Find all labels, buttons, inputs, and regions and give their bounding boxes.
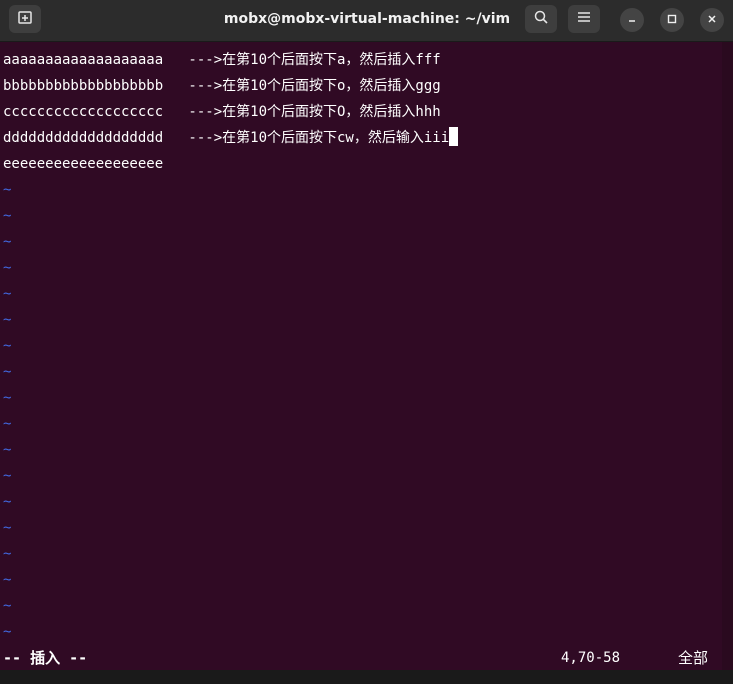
empty-line-tilde: ~ — [3, 494, 12, 510]
empty-line-tilde: ~ — [3, 286, 12, 302]
empty-line-tilde: ~ — [3, 312, 12, 328]
new-tab-button[interactable] — [9, 5, 41, 33]
hamburger-menu-icon — [577, 10, 591, 28]
buffer-line: aaaaaaaaaaaaaaaaaaa --->在第10个后面按下a，然后插入f… — [3, 52, 441, 68]
empty-line-tilde: ~ — [3, 390, 12, 406]
text-cursor — [449, 127, 459, 146]
vim-mode-indicator: -- 插入 -- — [3, 649, 88, 667]
buffer-line: eeeeeeeeeeeeeeeeeee — [3, 156, 164, 172]
maximize-button[interactable] — [660, 8, 684, 32]
scrollbar[interactable] — [722, 42, 733, 670]
empty-line-tilde: ~ — [3, 416, 12, 432]
terminal-window: mobx@mobx-virtual-machine: ~/vim aaaaaaa… — [0, 0, 733, 684]
search-button[interactable] — [525, 5, 557, 33]
search-icon — [533, 9, 549, 30]
menu-button[interactable] — [568, 5, 600, 33]
empty-line-tilde: ~ — [3, 442, 12, 458]
close-icon — [707, 11, 717, 29]
empty-line-tilde: ~ — [3, 364, 12, 380]
empty-line-tilde: ~ — [3, 598, 12, 614]
empty-line-tilde: ~ — [3, 182, 12, 198]
minimize-icon — [627, 11, 637, 29]
window-title: mobx@mobx-virtual-machine: ~/vim — [223, 11, 511, 27]
new-tab-icon — [17, 9, 33, 30]
empty-line-tilde: ~ — [3, 624, 12, 640]
empty-line-tilde: ~ — [3, 208, 12, 224]
empty-line-tilde: ~ — [3, 338, 12, 354]
close-button[interactable] — [700, 8, 724, 32]
window-bottom-edge — [0, 670, 733, 684]
title-bar: mobx@mobx-virtual-machine: ~/vim — [0, 0, 733, 42]
cursor-position: 4,70-58 — [561, 650, 621, 666]
empty-line-tilde: ~ — [3, 260, 12, 276]
empty-line-tilde: ~ — [3, 520, 12, 536]
buffer-line: ddddddddddddddddddd --->在第10个后面按下cw，然后输入… — [3, 125, 459, 151]
minimize-button[interactable] — [620, 8, 644, 32]
empty-line-tilde: ~ — [3, 234, 12, 250]
vim-editor[interactable]: aaaaaaaaaaaaaaaaaaa --->在第10个后面按下a，然后插入f… — [0, 42, 722, 670]
buffer-line: ccccccccccccccccccc --->在第10个后面按下O，然后插入h… — [3, 104, 441, 120]
empty-line-tilde: ~ — [3, 468, 12, 484]
maximize-icon — [667, 11, 677, 29]
empty-line-tilde: ~ — [3, 572, 12, 588]
buffer-line: bbbbbbbbbbbbbbbbbbb --->在第10个后面按下o，然后插入g… — [3, 78, 441, 94]
scroll-position: 全部 — [678, 649, 709, 667]
empty-line-tilde: ~ — [3, 546, 12, 562]
